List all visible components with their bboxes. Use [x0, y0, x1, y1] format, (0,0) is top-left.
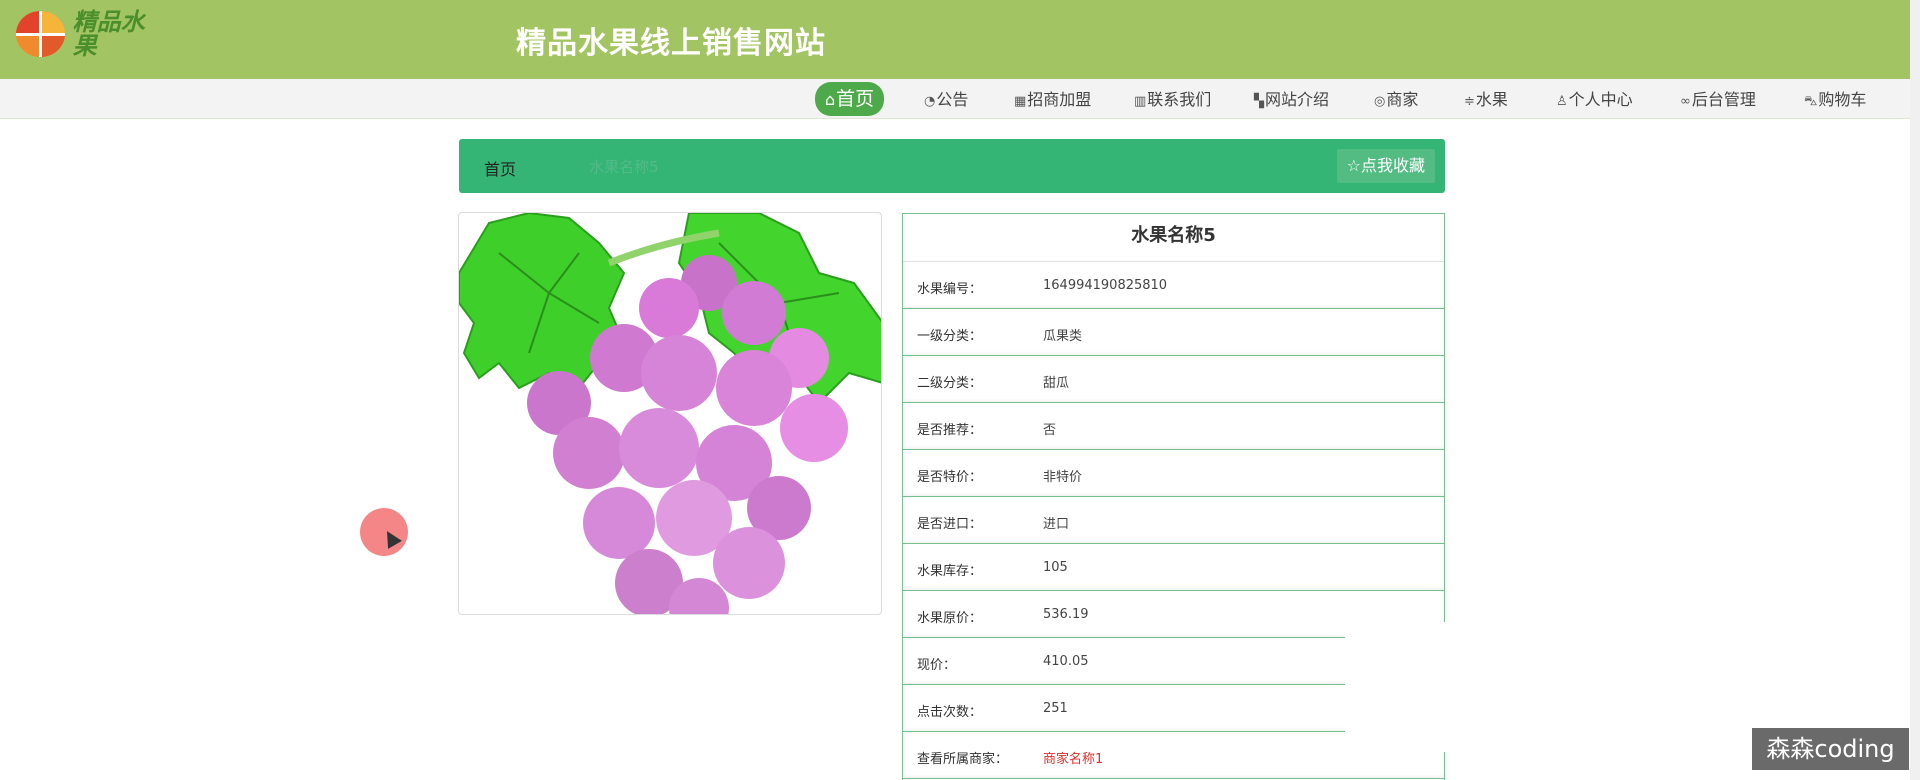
nav-label: 公告: [936, 90, 969, 109]
store-icon: ▦: [1014, 94, 1027, 109]
merchant-link[interactable]: 商家名称1: [1043, 748, 1103, 767]
detail-row-imported: 是否进口： 进口: [903, 497, 1444, 544]
detail-value: 164994190825810: [1043, 278, 1168, 293]
detail-value: 536.19: [1043, 607, 1089, 622]
nav-item-home[interactable]: ⌂首页: [815, 82, 885, 116]
nav-item-about[interactable]: ▚网站介绍: [1254, 85, 1329, 115]
nav-label: 商家: [1386, 90, 1419, 109]
star-icon: ☆: [1346, 156, 1361, 175]
cart-icon: ⛍: [1804, 94, 1818, 109]
breadcrumb: 首页 水果名称5 ☆点我收藏: [459, 139, 1445, 193]
detail-value: 410.05: [1043, 654, 1089, 669]
detail-label: 现价：: [917, 658, 957, 673]
nav-label: 个人中心: [1568, 90, 1633, 109]
detail-label: 水果原价：: [917, 611, 983, 626]
nav-label: 后台管理: [1691, 90, 1756, 109]
main-nav: ⌂首页 ◔公告 ▦招商加盟 ▥联系我们 ▚网站介绍 ◎商家 ≑水果 ♙个人中心 …: [0, 79, 1910, 119]
nav-item-cart[interactable]: ⛍购物车: [1804, 85, 1866, 115]
nav-item-franchise[interactable]: ▦招商加盟: [1014, 85, 1091, 115]
detail-value: 251: [1043, 701, 1068, 716]
detail-row-stock: 水果库存： 105: [903, 544, 1444, 591]
favorite-button[interactable]: ☆点我收藏: [1336, 149, 1435, 183]
fruit-logo-icon: [16, 11, 65, 57]
home-icon: ⌂: [825, 90, 836, 109]
detail-row-id: 水果编号： 164994190825810: [903, 262, 1444, 309]
grape-image-icon: [459, 213, 881, 614]
nav-label: 购物车: [1818, 90, 1867, 109]
overlay-fade: [1345, 622, 1465, 752]
nav-item-announcement[interactable]: ◔公告: [924, 85, 968, 115]
detail-row-special-price: 是否特价： 非特价: [903, 450, 1444, 497]
nav-item-admin[interactable]: ∞后台管理: [1680, 85, 1756, 115]
watermark: 森森coding: [1752, 728, 1909, 770]
sliders-icon: ≑: [1464, 94, 1475, 109]
nav-label: 水果: [1475, 90, 1508, 109]
detail-label: 是否特价：: [917, 470, 983, 485]
site-logo[interactable]: 精品水果: [16, 8, 166, 60]
site-title: 精品水果线上销售网站: [516, 26, 826, 61]
detail-label: 是否进口：: [917, 517, 983, 532]
link-icon: ∞: [1680, 94, 1691, 109]
logo-text: 精品水果: [72, 7, 145, 60]
favorite-label: 点我收藏: [1360, 156, 1425, 175]
nav-item-fruits[interactable]: ≑水果: [1464, 85, 1508, 115]
page-scrollbar[interactable]: [1910, 0, 1920, 780]
detail-value: 否: [1043, 423, 1057, 438]
contact-icon: ▥: [1134, 94, 1147, 109]
detail-value: 进口: [1043, 517, 1070, 532]
nav-label: 招商加盟: [1027, 90, 1092, 109]
site-header: 精品水果 精品水果线上销售网站: [0, 0, 1910, 79]
nav-item-merchants[interactable]: ◎商家: [1374, 85, 1418, 115]
detail-label: 水果库存：: [917, 564, 983, 579]
detail-value: 瓜果类: [1043, 329, 1083, 344]
detail-value: 105: [1043, 560, 1068, 575]
nav-label: 网站介绍: [1265, 90, 1330, 109]
detail-row-category2: 二级分类： 甜瓜: [903, 356, 1444, 403]
nav-item-contact[interactable]: ▥联系我们: [1134, 85, 1211, 115]
detail-label: 点击次数：: [917, 705, 983, 720]
product-image: [458, 212, 882, 615]
detail-label: 一级分类：: [917, 329, 983, 344]
breadcrumb-home-link[interactable]: 首页: [484, 156, 516, 180]
nav-label: 联系我们: [1147, 90, 1212, 109]
detail-value: 甜瓜: [1043, 376, 1070, 391]
product-name: 水果名称5: [903, 214, 1444, 262]
dashboard-icon: ◔: [924, 94, 936, 109]
user-icon: ♙: [1556, 94, 1568, 109]
grid-icon: ▚: [1254, 94, 1264, 109]
detail-row-recommended: 是否推荐： 否: [903, 403, 1444, 450]
breadcrumb-current: 水果名称5: [589, 158, 659, 176]
detail-label: 水果编号：: [917, 282, 983, 297]
palette-icon: ◎: [1374, 94, 1386, 109]
detail-row-category1: 一级分类： 瓜果类: [903, 309, 1444, 356]
detail-label: 二级分类：: [917, 376, 983, 391]
detail-label: 查看所属商家：: [917, 752, 1009, 767]
detail-value: 非特价: [1043, 470, 1083, 485]
nav-label: 首页: [836, 88, 875, 110]
nav-item-profile[interactable]: ♙个人中心: [1556, 85, 1633, 115]
detail-label: 是否推荐：: [917, 423, 983, 438]
